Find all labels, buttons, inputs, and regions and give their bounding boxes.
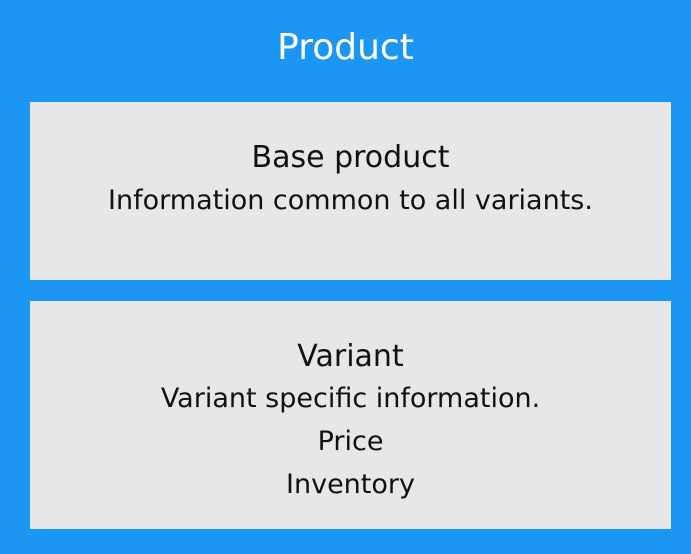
base-product-box: Base product Information common to all v… [30,102,671,280]
product-container: Product Base product Information common … [0,0,691,554]
base-product-heading: Base product [251,140,450,175]
base-product-description: Information common to all variants. [108,185,593,216]
variant-box: Variant Variant specific information. Pr… [30,301,671,529]
variant-inventory: Inventory [286,469,415,500]
variant-price: Price [317,426,384,457]
variant-description: Variant specific information. [160,383,541,414]
product-title: Product [277,27,414,68]
variant-heading: Variant [297,339,404,374]
